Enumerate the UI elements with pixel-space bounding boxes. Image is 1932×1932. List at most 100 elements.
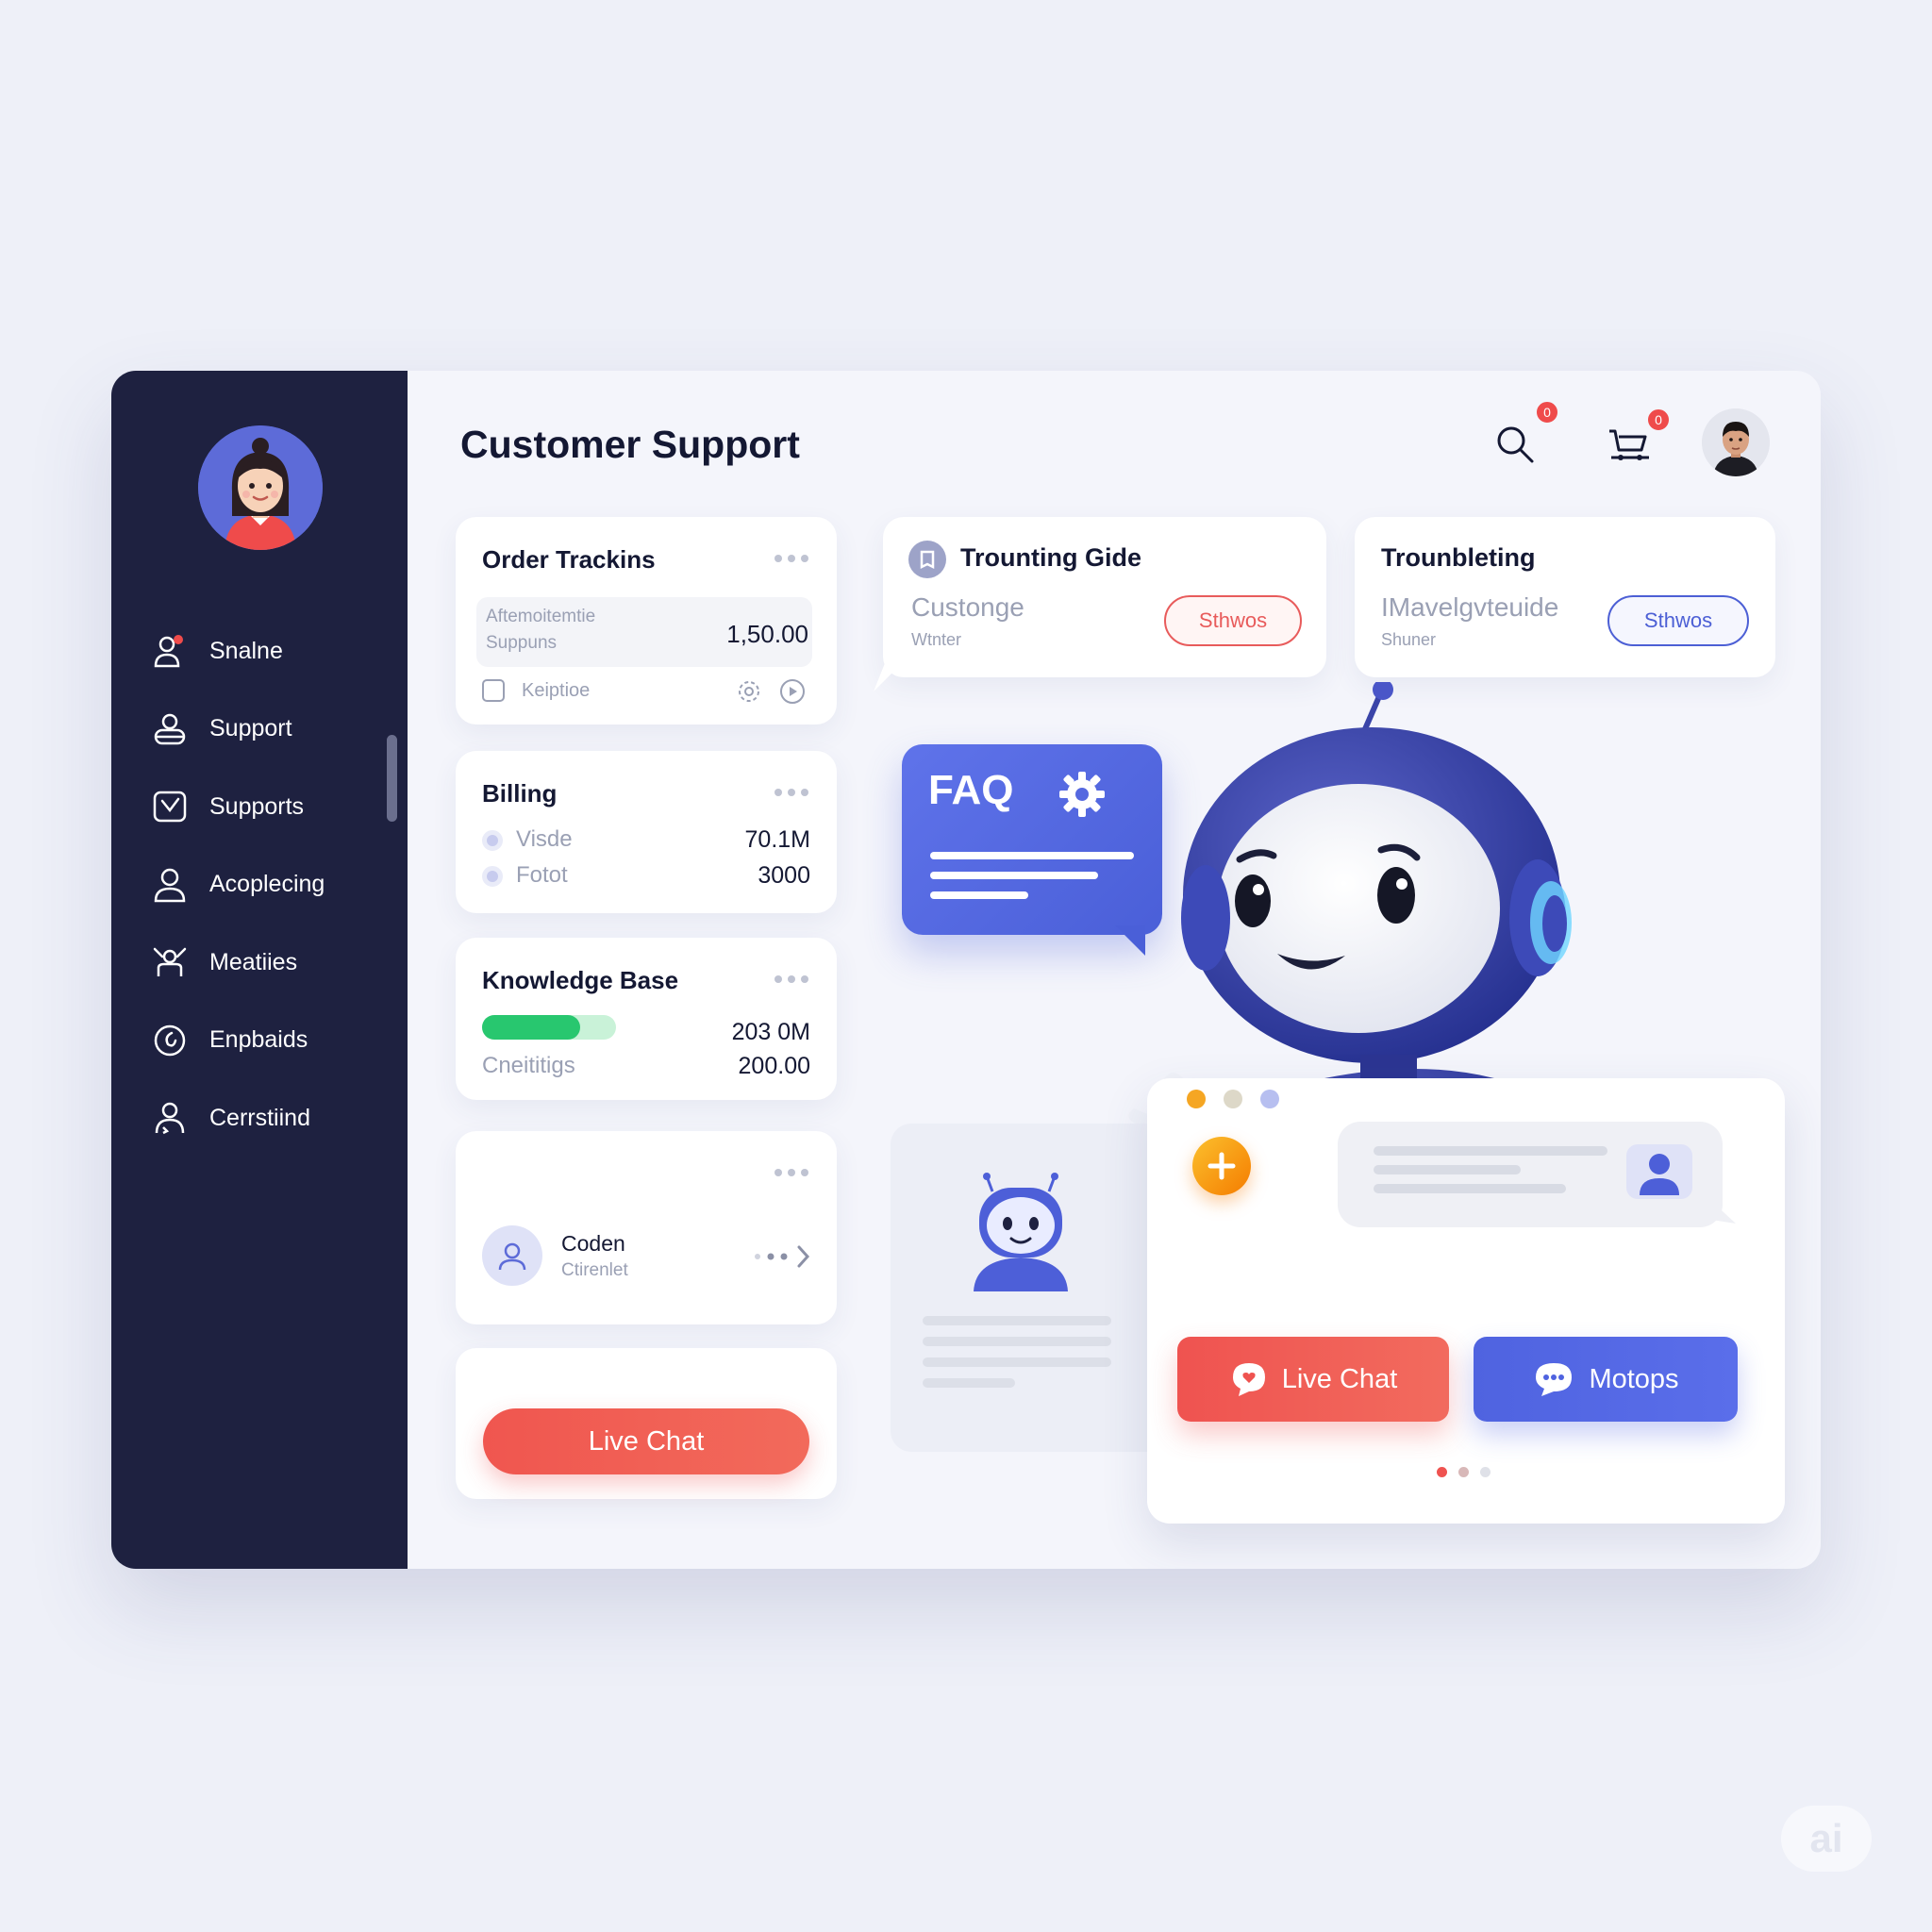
- sidebar-item-supports[interactable]: Supports: [151, 768, 387, 846]
- billing-title: Billing: [482, 779, 558, 808]
- troubleshooting-small: Shuner: [1381, 630, 1437, 649]
- knowledge-base-card: Knowledge Base 203 0M Cneititigs 200.00: [456, 938, 837, 1100]
- agent-avatar[interactable]: [1702, 408, 1770, 476]
- text-line: [923, 1337, 1111, 1346]
- cart-icon: [1609, 429, 1649, 460]
- person-icon: [154, 868, 186, 902]
- knowledge-base-title: Knowledge Base: [482, 966, 679, 994]
- more-options-icon[interactable]: [774, 1169, 808, 1176]
- more-options-icon[interactable]: [774, 789, 808, 796]
- order-checkbox[interactable]: [482, 679, 505, 702]
- sidebar-scrollbar[interactable]: [387, 735, 397, 822]
- sidebar-item-label: Meatiies: [209, 948, 298, 975]
- order-tracking-card: Order Trackins Aftemoitemtie Suppuns 1,5…: [456, 517, 837, 724]
- sidebar-item-label: Supports: [209, 792, 305, 820]
- faq-line: [930, 872, 1098, 879]
- bubble-tail: [1711, 1201, 1736, 1224]
- add-button[interactable]: [1192, 1137, 1251, 1195]
- order-tracking-title: Order Trackins: [482, 545, 656, 574]
- text-line: [1374, 1146, 1607, 1156]
- order-row[interactable]: Aftemoitemtie Suppuns 1,50.00: [476, 597, 812, 667]
- sidebar-item-support[interactable]: Support: [151, 691, 387, 769]
- clock-icon: [154, 1024, 186, 1056]
- page-dot[interactable]: [1458, 1467, 1469, 1477]
- guide-card[interactable]: Trounting Gide Custonge Wtnter Sthwos: [883, 517, 1326, 677]
- guide-small: Wtnter: [911, 630, 962, 649]
- page-dot[interactable]: [1437, 1467, 1447, 1477]
- faq-label: FAQ: [928, 767, 1014, 813]
- text-line: [923, 1378, 1015, 1388]
- chart-icon: [153, 791, 187, 823]
- live-chat-button[interactable]: Live Chat: [483, 1408, 809, 1474]
- sidebar-item-cerrstiind[interactable]: Cerrstiind: [151, 1079, 387, 1158]
- sidebar-item-snalne[interactable]: Snalne: [151, 612, 387, 691]
- contact-subtitle: Ctirenlet: [561, 1260, 628, 1280]
- billing-row-label: Fotot: [516, 862, 568, 888]
- billing-row[interactable]: Visde 70.1M: [482, 824, 810, 855]
- page-title: Customer Support: [460, 423, 800, 466]
- users-icon: [155, 1103, 185, 1135]
- search-badge: 0: [1534, 399, 1560, 425]
- sidebar-item-label: Support: [209, 715, 292, 742]
- faq-line: [930, 891, 1028, 899]
- troubleshooting-button[interactable]: Sthwos: [1607, 595, 1749, 646]
- message-avatar: [1626, 1144, 1692, 1199]
- search-button[interactable]: [1489, 418, 1541, 471]
- book-icon: [908, 541, 946, 578]
- play-icon[interactable]: [778, 677, 807, 706]
- billing-row[interactable]: Fotot 3000: [482, 860, 810, 891]
- sidebar-item-label: Acoplecing: [209, 871, 325, 898]
- text-line: [1374, 1165, 1521, 1174]
- people-icon: [153, 948, 187, 977]
- billing-row-label: Visde: [516, 826, 573, 852]
- text-line: [923, 1316, 1111, 1325]
- troubleshooting-subtitle: IMavelgvteuide: [1381, 592, 1559, 622]
- billing-row-value: 70.1M: [744, 826, 810, 853]
- page-dot[interactable]: [1480, 1467, 1491, 1477]
- headset-icon: [154, 713, 186, 744]
- sidebar-item-label: Snalne: [209, 637, 283, 664]
- knowledge-value-2: 200.00: [738, 1053, 810, 1079]
- motops-button[interactable]: Motops: [1474, 1337, 1738, 1422]
- chevron-right-icon[interactable]: [752, 1242, 814, 1271]
- order-checkbox-label: Keiptioe: [522, 680, 591, 701]
- troubleshooting-card[interactable]: Trounbleting IMavelgvteuide Shuner Sthwo…: [1355, 517, 1775, 677]
- more-options-icon[interactable]: [774, 555, 808, 562]
- billing-row-value: 3000: [758, 862, 810, 889]
- chat-bubble-icon: [1536, 1363, 1573, 1396]
- billing-card: Billing Visde 70.1M Fotot 3000: [456, 751, 837, 913]
- watermark-logo: ai: [1781, 1806, 1872, 1872]
- message-bubble[interactable]: [1338, 1122, 1736, 1227]
- user-avatar[interactable]: [198, 425, 323, 550]
- guide-button[interactable]: Sthwos: [1164, 595, 1302, 646]
- window-dot[interactable]: [1260, 1090, 1279, 1108]
- live-chat-button[interactable]: Live Chat: [1177, 1337, 1449, 1422]
- contact-card[interactable]: Coden Ctirenlet: [456, 1131, 837, 1324]
- sidebar-item-label: Enpbaids: [209, 1026, 308, 1054]
- search-icon: [1497, 426, 1534, 463]
- live-chat-card: Live Chat: [456, 1348, 837, 1499]
- knowledge-progress-track: [482, 1015, 616, 1040]
- sidebar: Snalne Support Supports Acoplecing Meati…: [111, 371, 408, 1569]
- troubleshooting-title: Trounbleting: [1381, 543, 1536, 572]
- contact-avatar: [482, 1225, 542, 1286]
- more-options-icon[interactable]: [774, 975, 808, 983]
- radio-indicator: [482, 866, 503, 887]
- guide-subtitle: Custonge: [911, 592, 1024, 622]
- sidebar-item-enpbaids[interactable]: Enpbaids: [151, 1002, 387, 1080]
- settings-icon[interactable]: [735, 677, 763, 706]
- sidebar-item-meatiies[interactable]: Meatiies: [151, 924, 387, 1002]
- knowledge-label-2: Cneititigs: [482, 1053, 575, 1078]
- sidebar-item-acoplecing[interactable]: Acoplecing: [151, 846, 387, 924]
- guide-title: Trounting Gide: [960, 543, 1141, 572]
- motops-label: Motops: [1589, 1363, 1679, 1394]
- cart-badge: 0: [1645, 407, 1672, 433]
- pagination-dots: [1437, 1467, 1491, 1477]
- sidebar-item-label: Cerrstiind: [209, 1104, 310, 1131]
- order-row-label: Aftemoitemtie: [486, 607, 596, 626]
- window-dot[interactable]: [1224, 1090, 1242, 1108]
- window-dot[interactable]: [1187, 1090, 1206, 1108]
- contact-name: Coden: [561, 1231, 625, 1256]
- person-icon: [1640, 1154, 1679, 1195]
- radio-indicator: [482, 830, 503, 851]
